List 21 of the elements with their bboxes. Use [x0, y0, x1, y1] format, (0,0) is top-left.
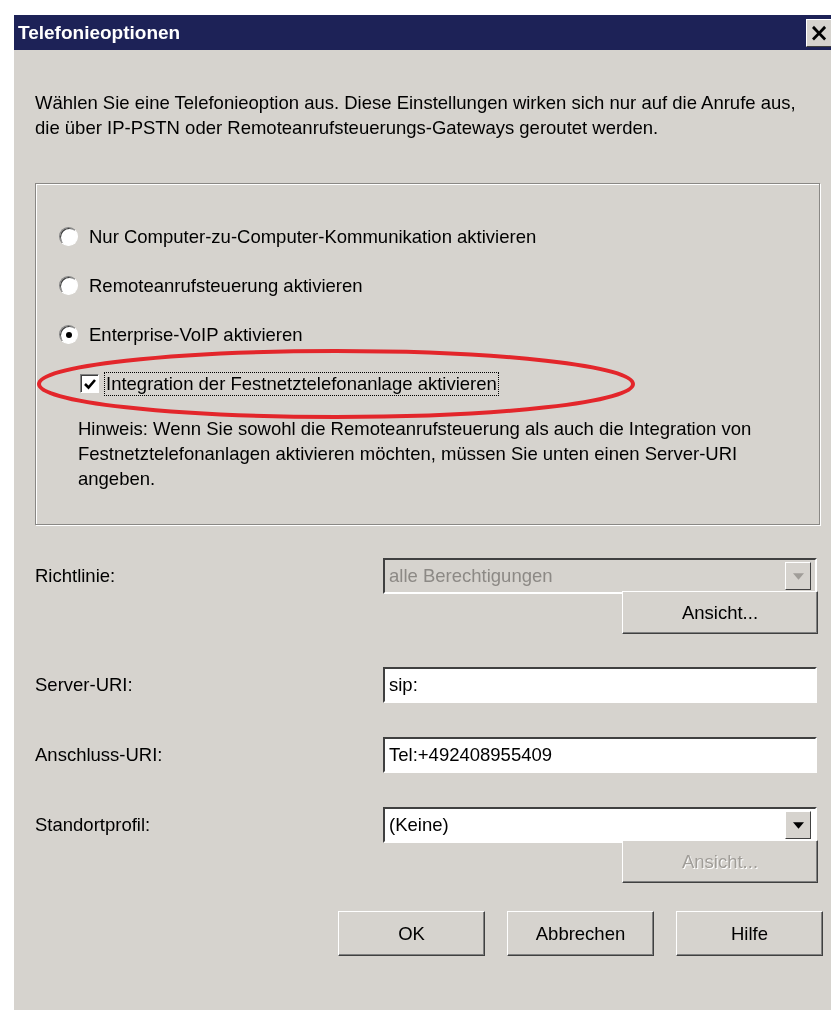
intro-text: Wählen Sie eine Telefonieoption aus. Diese Einstellungen wirken sich nur auf die Anrufe aus, die über IP-PSTN oder Remoteanrufsteuerungs-Gateways geroutet werden.: [35, 91, 797, 140]
field-label: Anschluss-URI:: [35, 744, 164, 766]
dropdown[interactable]: (Keine): [383, 807, 817, 843]
text-field[interactable]: Tel:+492408955409: [383, 737, 817, 773]
option-label[interactable]: Nur Computer-zu-Computer-Kommunikation aktivieren: [88, 225, 538, 248]
option-label[interactable]: Enterprise-VoIP aktivieren: [88, 323, 304, 346]
dialog-button[interactable]: Abbrechen: [507, 911, 654, 956]
radio-button[interactable]: [59, 276, 78, 295]
option-label[interactable]: Remoteanrufsteuerung aktivieren: [88, 274, 364, 297]
dialog-button[interactable]: Hilfe: [676, 911, 823, 956]
radio-button[interactable]: [59, 325, 78, 344]
field-label: Server-URI:: [35, 674, 134, 696]
note-text: Hinweis: Wenn Sie sowohl die Remoteanrufsteuerung als auch die Integration von Festnetztelefonanlagen aktivieren möchten, müssen Sie unten einen Server-URI angeben.: [78, 417, 753, 491]
checkbox[interactable]: [80, 374, 99, 393]
text-field[interactable]: sip:: [383, 667, 817, 703]
window-title: Telefonieoptionen: [17, 21, 181, 44]
field-label: Standortprofil:: [35, 814, 152, 836]
radio-button[interactable]: [59, 227, 78, 246]
field-label: Richtlinie:: [35, 565, 117, 587]
dialog-button[interactable]: OK: [338, 911, 485, 956]
close-button[interactable]: ×: [806, 18, 831, 47]
